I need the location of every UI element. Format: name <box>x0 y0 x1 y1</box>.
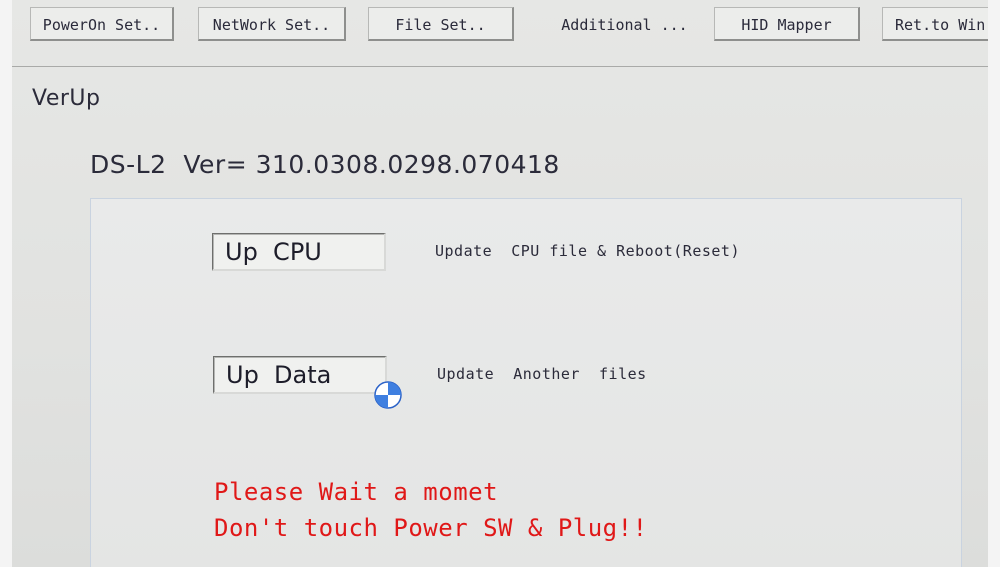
screen: PowerOn Set.. NetWork Set.. File Set.. A… <box>12 0 988 567</box>
warning-line-1: Please Wait a momet <box>214 478 499 506</box>
hid-mapper-button[interactable]: HID Mapper <box>714 7 860 41</box>
up-cpu-button[interactable]: Up CPU <box>212 233 386 271</box>
toolbar-divider <box>12 66 988 67</box>
version-label: DS-L2 Ver= 310.0308.0298.070418 <box>90 150 560 179</box>
up-cpu-description: Update CPU file & Reboot(Reset) <box>435 242 740 260</box>
up-data-description: Update Another files <box>437 365 647 383</box>
up-data-button[interactable]: Up Data <box>213 356 387 394</box>
page-title: VerUp <box>32 86 101 111</box>
network-set-button[interactable]: NetWork Set.. <box>198 7 346 41</box>
right-bezel <box>988 0 1000 567</box>
additional-button[interactable]: Additional ... <box>538 7 712 41</box>
busy-cursor-icon <box>374 381 402 409</box>
file-set-button[interactable]: File Set.. <box>368 7 514 41</box>
left-bezel <box>0 0 12 567</box>
warning-line-2: Don't touch Power SW & Plug!! <box>214 514 648 542</box>
return-to-windows-button[interactable]: Ret.to Win <box>882 7 988 41</box>
poweron-set-button[interactable]: PowerOn Set.. <box>30 7 174 41</box>
